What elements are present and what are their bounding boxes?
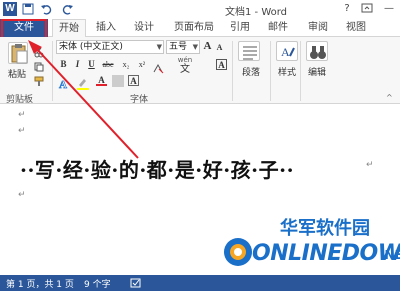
- status-bar: 第 1 页，共 1 页 9 个字: [0, 275, 400, 291]
- styles-icon[interactable]: A: [276, 41, 298, 61]
- paragraph-label[interactable]: 段落: [242, 65, 260, 78]
- proofing-icon[interactable]: [130, 278, 142, 288]
- copy-icon[interactable]: [34, 57, 44, 72]
- group-divider: [300, 41, 301, 101]
- page-count[interactable]: 第 1 页，共 1 页: [6, 277, 74, 290]
- font-name-select[interactable]: 宋体 (中文正文) ▼: [56, 40, 164, 54]
- paste-label[interactable]: 粘贴: [8, 67, 26, 80]
- group-divider: [270, 41, 271, 101]
- shrink-font-button[interactable]: A: [214, 42, 225, 53]
- styles-label[interactable]: 样式: [278, 65, 296, 78]
- superscript-button[interactable]: x²: [136, 59, 148, 70]
- tab-home[interactable]: 开始: [52, 19, 86, 38]
- watermark-cn: 华军软件园: [280, 218, 370, 239]
- word-window: W 文档1 - Word ? — 文件 开始 插入 设计 页面布局 引用 邮件 …: [0, 0, 400, 291]
- tab-review[interactable]: 审阅: [302, 19, 334, 37]
- help-icon[interactable]: ?: [340, 2, 354, 16]
- grow-font-button[interactable]: A: [202, 41, 213, 52]
- subscript-button[interactable]: x₂: [120, 59, 132, 70]
- paragraph-icon[interactable]: [238, 41, 260, 61]
- svg-text:A: A: [59, 79, 67, 90]
- font-size-select[interactable]: 五号 ▼: [166, 40, 200, 54]
- char-shading-icon[interactable]: [112, 75, 124, 87]
- ribbon-tabs: 文件 开始 插入 设计 页面布局 引用 邮件 审阅 视图: [0, 19, 400, 38]
- onlinedown-watermark: 华军软件园 ONLINEDOWN .NET: [216, 212, 400, 274]
- paragraph-mark: ↵: [18, 126, 26, 136]
- bold-button[interactable]: B: [58, 59, 69, 70]
- highlight-color-icon[interactable]: [76, 75, 90, 90]
- font-color-button[interactable]: A: [96, 75, 107, 86]
- underline-button[interactable]: U: [86, 59, 97, 70]
- font-name-value: 宋体 (中文正文): [59, 42, 123, 52]
- tab-view[interactable]: 视图: [340, 19, 372, 37]
- watermark-en: ONLINEDOWN: [252, 241, 400, 266]
- tab-insert[interactable]: 插入: [90, 19, 122, 37]
- watermark-net: .NET: [380, 248, 400, 262]
- clear-format-icon[interactable]: [152, 59, 164, 74]
- tab-references[interactable]: 引用: [224, 19, 256, 37]
- paragraph-mark: ↵: [18, 190, 26, 200]
- title-bar: W 文档1 - Word ? —: [0, 0, 400, 19]
- cut-icon[interactable]: [34, 43, 44, 58]
- char-border-button[interactable]: A: [216, 59, 227, 70]
- phonetic-guide-button[interactable]: wén 文: [172, 56, 198, 76]
- window-title: 文档1 - Word: [225, 7, 288, 18]
- chevron-down-icon: ▼: [192, 43, 198, 51]
- undo-icon[interactable]: [40, 3, 52, 15]
- font-size-value: 五号: [169, 42, 188, 52]
- word-count[interactable]: 9 个字: [84, 277, 111, 290]
- group-divider: [232, 41, 233, 101]
- minimize-icon[interactable]: —: [382, 2, 396, 16]
- save-icon[interactable]: [22, 3, 34, 15]
- phonetic-pinyin: wén: [177, 56, 193, 64]
- text-effects-icon[interactable]: A: [58, 75, 72, 92]
- collapse-ribbon-icon[interactable]: ^: [386, 93, 393, 102]
- paragraph-mark: ↵: [366, 160, 374, 170]
- format-painter-icon[interactable]: [34, 71, 44, 86]
- word-app-icon: W: [3, 2, 17, 16]
- strikethrough-button[interactable]: abc: [100, 59, 116, 70]
- ribbon-display-icon[interactable]: [360, 2, 374, 16]
- phonetic-char: 文: [180, 64, 190, 75]
- group-divider: [52, 41, 53, 101]
- paragraph-mark: ↵: [18, 110, 26, 120]
- document-text[interactable]: ··写·经·验·的·都·是·好·孩·子··: [20, 154, 380, 183]
- chevron-down-icon: ▼: [156, 43, 162, 51]
- ribbon-home: 粘贴 剪贴板 宋体 (中文正文) ▼ 五号 ▼ A A B I U abc x₂…: [0, 37, 400, 105]
- binoculars-icon[interactable]: [306, 41, 328, 61]
- tab-page-layout[interactable]: 页面布局: [166, 19, 222, 37]
- tab-mailings[interactable]: 邮件: [262, 19, 294, 37]
- paste-icon[interactable]: [8, 42, 28, 64]
- editing-label[interactable]: 编辑: [308, 65, 326, 78]
- italic-button[interactable]: I: [72, 59, 83, 70]
- svg-text:A: A: [281, 45, 290, 59]
- enclosed-char-button[interactable]: A: [128, 75, 139, 86]
- tab-design[interactable]: 设计: [128, 19, 160, 37]
- onlinedown-logo-icon: [224, 238, 252, 266]
- redo-icon[interactable]: [62, 3, 74, 15]
